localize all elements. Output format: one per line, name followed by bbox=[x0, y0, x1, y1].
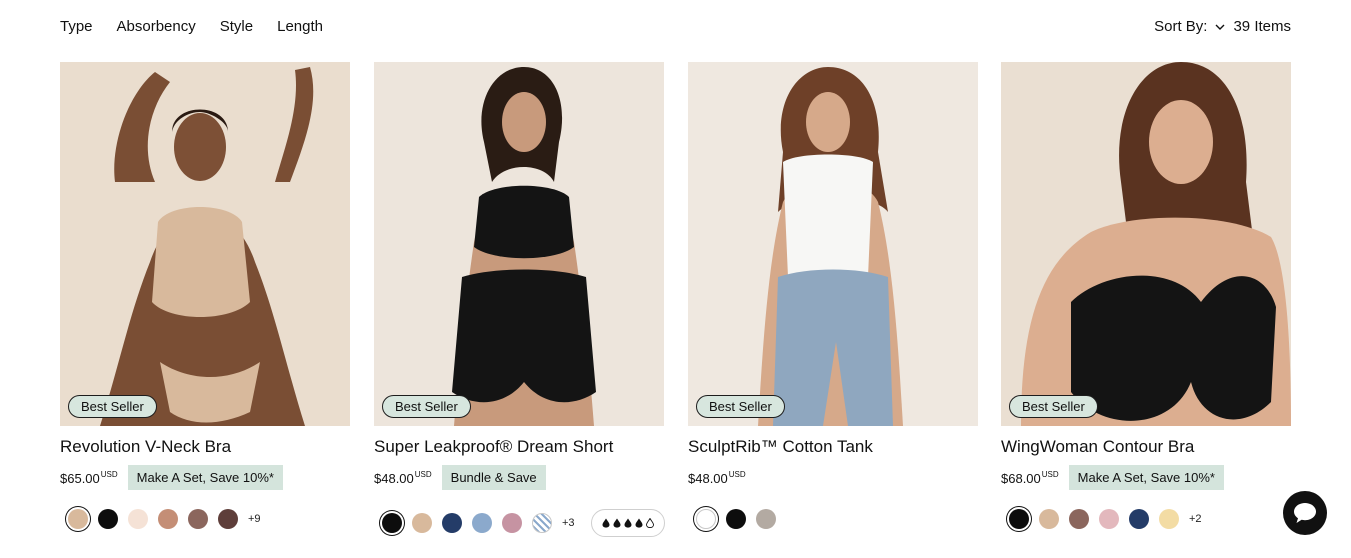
chevron-down-icon[interactable] bbox=[1215, 22, 1225, 32]
promo-tag: Bundle & Save bbox=[441, 465, 546, 490]
swatch[interactable] bbox=[1039, 509, 1059, 529]
filter-list: Type Absorbency Style Length bbox=[60, 18, 323, 35]
product-image[interactable]: Best Seller bbox=[60, 62, 350, 426]
swatch-pattern[interactable] bbox=[532, 513, 552, 533]
swatch[interactable] bbox=[218, 509, 238, 529]
color-swatches: +9 bbox=[68, 509, 261, 529]
swatch[interactable] bbox=[68, 509, 88, 529]
product-price: $68.00USD bbox=[1001, 469, 1059, 486]
product-card[interactable]: Best Seller Revolution V-Neck Bra $65.00… bbox=[60, 62, 350, 542]
filter-absorbency[interactable]: Absorbency bbox=[117, 18, 196, 35]
swatch[interactable] bbox=[1069, 509, 1089, 529]
chat-bubble-icon[interactable] bbox=[1283, 491, 1327, 535]
swatch[interactable] bbox=[442, 513, 462, 533]
swatch[interactable] bbox=[128, 509, 148, 529]
product-image[interactable]: Best Seller bbox=[374, 62, 664, 426]
promo-tag: Make A Set, Save 10%* bbox=[127, 465, 283, 490]
product-title[interactable]: WingWoman Contour Bra bbox=[1001, 437, 1194, 457]
color-swatches: +3 bbox=[382, 509, 665, 537]
price-row: $48.00USD bbox=[688, 465, 746, 490]
product-image[interactable]: Best Seller bbox=[1001, 62, 1291, 426]
product-card[interactable]: Best Seller WingWoman Contour Bra $68.00… bbox=[1001, 62, 1291, 542]
color-swatches bbox=[696, 509, 776, 529]
product-price: $48.00USD bbox=[688, 469, 746, 486]
best-seller-badge: Best Seller bbox=[696, 395, 785, 418]
droplet-icon bbox=[635, 518, 643, 528]
more-colors[interactable]: +2 bbox=[1189, 513, 1202, 525]
filter-bar: Type Absorbency Style Length Sort By: 39… bbox=[0, 0, 1351, 54]
absorbency-indicator bbox=[590, 509, 665, 537]
swatch[interactable] bbox=[158, 509, 178, 529]
item-count: 39 Items bbox=[1233, 18, 1291, 35]
droplet-icon bbox=[624, 518, 632, 528]
swatch[interactable] bbox=[188, 509, 208, 529]
droplet-icon bbox=[645, 518, 654, 528]
swatch[interactable] bbox=[98, 509, 118, 529]
swatch[interactable] bbox=[502, 513, 522, 533]
swatch[interactable] bbox=[1099, 509, 1119, 529]
filter-style[interactable]: Style bbox=[220, 18, 253, 35]
price-row: $65.00USD Make A Set, Save 10%* bbox=[60, 465, 283, 490]
droplet-icon bbox=[602, 518, 610, 528]
more-colors[interactable]: +3 bbox=[562, 517, 575, 529]
product-grid: Best Seller Revolution V-Neck Bra $65.00… bbox=[60, 62, 1291, 542]
product-title[interactable]: Revolution V-Neck Bra bbox=[60, 437, 231, 457]
swatch[interactable] bbox=[382, 513, 402, 533]
swatch[interactable] bbox=[1129, 509, 1149, 529]
swatch[interactable] bbox=[726, 509, 746, 529]
more-colors[interactable]: +9 bbox=[248, 513, 261, 525]
price-row: $68.00USD Make A Set, Save 10%* bbox=[1001, 465, 1224, 490]
price-row: $48.00USD Bundle & Save bbox=[374, 465, 546, 490]
swatch[interactable] bbox=[1009, 509, 1029, 529]
best-seller-badge: Best Seller bbox=[68, 395, 157, 418]
sort-control[interactable]: Sort By: 39 Items bbox=[1154, 18, 1291, 35]
product-price: $48.00USD bbox=[374, 469, 432, 486]
best-seller-badge: Best Seller bbox=[382, 395, 471, 418]
product-image[interactable]: Best Seller bbox=[688, 62, 978, 426]
color-swatches: +2 bbox=[1009, 509, 1202, 529]
filter-type[interactable]: Type bbox=[60, 18, 93, 35]
product-card[interactable]: Best Seller SculptRib™ Cotton Tank $48.0… bbox=[688, 62, 978, 542]
product-card[interactable]: Best Seller Super Leakproof® Dream Short… bbox=[374, 62, 665, 542]
swatch[interactable] bbox=[472, 513, 492, 533]
swatch[interactable] bbox=[412, 513, 432, 533]
swatch[interactable] bbox=[1159, 509, 1179, 529]
product-title[interactable]: SculptRib™ Cotton Tank bbox=[688, 437, 873, 457]
swatch[interactable] bbox=[756, 509, 776, 529]
swatch[interactable] bbox=[696, 509, 716, 529]
product-title[interactable]: Super Leakproof® Dream Short bbox=[374, 437, 613, 457]
droplet-icon bbox=[613, 518, 621, 528]
product-price: $65.00USD bbox=[60, 469, 118, 486]
filter-length[interactable]: Length bbox=[277, 18, 323, 35]
sort-label: Sort By: bbox=[1154, 18, 1208, 35]
promo-tag: Make A Set, Save 10%* bbox=[1068, 465, 1224, 490]
best-seller-badge: Best Seller bbox=[1009, 395, 1098, 418]
